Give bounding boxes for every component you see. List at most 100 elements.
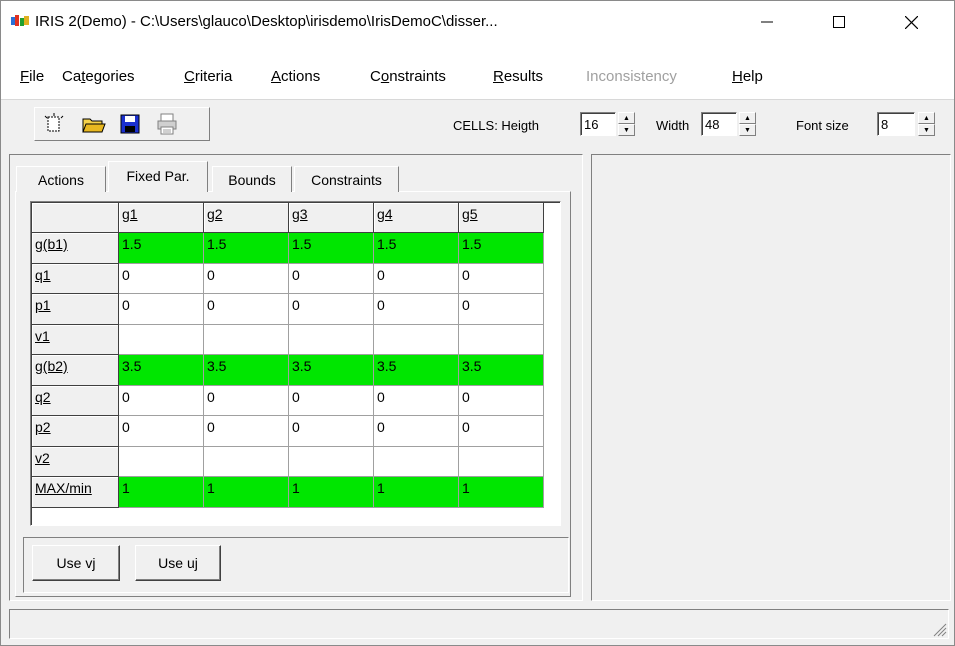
grid-cell[interactable]: [119, 324, 204, 355]
grid-cell[interactable]: 1: [204, 477, 289, 508]
use-uj-button[interactable]: Use uj: [135, 545, 221, 581]
grid-cell[interactable]: [289, 324, 374, 355]
column-header[interactable]: g4: [374, 203, 459, 233]
spin-up-icon[interactable]: ▲: [739, 112, 756, 124]
column-header[interactable]: g3: [289, 203, 374, 233]
grid-cell[interactable]: [119, 446, 204, 477]
row-header[interactable]: q2: [32, 385, 119, 416]
use-vj-button[interactable]: Use vj: [32, 545, 120, 581]
row-header[interactable]: MAX/min: [32, 477, 119, 508]
grid-cell[interactable]: 3.5: [289, 355, 374, 386]
grid-cell[interactable]: 1.5: [459, 233, 544, 264]
spin-down-icon[interactable]: ▼: [618, 124, 635, 136]
menu-help[interactable]: Help: [732, 68, 763, 85]
tab-constraints[interactable]: Constraints: [294, 166, 399, 192]
grid-cell[interactable]: 0: [119, 263, 204, 294]
menu-bar: [1, 43, 954, 99]
menu-constraints[interactable]: Constraints: [370, 68, 446, 85]
grid-cell[interactable]: 3.5: [459, 355, 544, 386]
column-header[interactable]: g2: [204, 203, 289, 233]
menu-categories[interactable]: Categories: [62, 68, 135, 85]
grid-cell[interactable]: 1: [459, 477, 544, 508]
grid-cell[interactable]: 1.5: [119, 233, 204, 264]
row-header[interactable]: q1: [32, 263, 119, 294]
menu-file[interactable]: File: [20, 68, 44, 85]
spin-up-icon[interactable]: ▲: [918, 112, 935, 124]
grid-cell[interactable]: 0: [459, 385, 544, 416]
spin-up-icon[interactable]: ▲: [618, 112, 635, 124]
tab-actions[interactable]: Actions: [16, 166, 106, 192]
grid-cell[interactable]: 0: [374, 263, 459, 294]
grid-cell[interactable]: [204, 324, 289, 355]
minimize-icon[interactable]: [739, 1, 795, 43]
tab-bounds[interactable]: Bounds: [212, 166, 292, 192]
grid-cell[interactable]: 0: [204, 263, 289, 294]
grid-cell[interactable]: 0: [204, 416, 289, 447]
grid-cell[interactable]: 0: [289, 263, 374, 294]
app-icon: [11, 15, 29, 26]
row-header[interactable]: g(b2): [32, 355, 119, 386]
spin-down-icon[interactable]: ▼: [739, 124, 756, 136]
grid-cell[interactable]: [289, 446, 374, 477]
grid-cell[interactable]: 0: [204, 385, 289, 416]
grid-cell[interactable]: 0: [289, 416, 374, 447]
grid-cell[interactable]: 3.5: [204, 355, 289, 386]
close-icon[interactable]: [883, 1, 939, 43]
grid-cell[interactable]: 0: [459, 263, 544, 294]
menu-inconsistency[interactable]: Inconsistency: [586, 68, 677, 85]
grid-cell[interactable]: 0: [289, 385, 374, 416]
font-size-stepper[interactable]: ▲ ▼: [918, 112, 935, 136]
maximize-icon[interactable]: [811, 1, 867, 43]
open-folder-icon[interactable]: [81, 111, 107, 137]
grid-cell[interactable]: 0: [289, 294, 374, 325]
grid-cell[interactable]: 0: [119, 294, 204, 325]
grid-cell[interactable]: 0: [459, 416, 544, 447]
main-window: IRIS 2(Demo) - C:\Users\glauco\Desktop\i…: [0, 0, 955, 646]
grid-cell[interactable]: 3.5: [119, 355, 204, 386]
cell-height-stepper[interactable]: ▲ ▼: [618, 112, 635, 136]
new-file-icon[interactable]: [41, 111, 67, 137]
grid-cell[interactable]: 0: [374, 294, 459, 325]
row-header[interactable]: p2: [32, 416, 119, 447]
grid-cell[interactable]: 3.5: [374, 355, 459, 386]
tab-fixed-par[interactable]: Fixed Par.: [108, 161, 208, 192]
grid-cell[interactable]: 0: [374, 416, 459, 447]
menu-criteria[interactable]: Criteria: [184, 68, 232, 85]
grid-cell[interactable]: [374, 446, 459, 477]
grid-cell[interactable]: 1: [289, 477, 374, 508]
title-bar[interactable]: IRIS 2(Demo) - C:\Users\glauco\Desktop\i…: [1, 1, 954, 43]
grid-cell[interactable]: 0: [119, 385, 204, 416]
cell-width-stepper[interactable]: ▲ ▼: [739, 112, 756, 136]
font-size-input[interactable]: 8: [877, 112, 915, 136]
grid-cell[interactable]: [374, 324, 459, 355]
menu-actions[interactable]: Actions: [271, 68, 320, 85]
resize-grip-icon[interactable]: [931, 621, 947, 637]
cell-width-input[interactable]: 48: [701, 112, 737, 136]
cell-height-input[interactable]: 16: [580, 112, 616, 136]
status-bar: [9, 609, 949, 639]
grid-cell[interactable]: 0: [204, 294, 289, 325]
row-header[interactable]: p1: [32, 294, 119, 325]
column-header[interactable]: g5: [459, 203, 544, 233]
row-header[interactable]: v2: [32, 446, 119, 477]
grid-cell[interactable]: 0: [459, 294, 544, 325]
grid-cell[interactable]: [459, 324, 544, 355]
grid-cell[interactable]: [459, 446, 544, 477]
grid-cell[interactable]: 1.5: [374, 233, 459, 264]
spin-down-icon[interactable]: ▼: [918, 124, 935, 136]
menu-results[interactable]: Results: [493, 68, 543, 85]
grid-cell[interactable]: 1: [119, 477, 204, 508]
row-header[interactable]: v1: [32, 324, 119, 355]
print-icon[interactable]: [154, 111, 180, 137]
grid-cell[interactable]: [204, 446, 289, 477]
fixed-parameters-grid[interactable]: g1 g2 g3 g4 g5 g(b1) 1.5 1.5 1.5 1.5 1.5 q1 0 0 0…: [30, 201, 561, 526]
grid-cell[interactable]: 0: [374, 385, 459, 416]
save-disk-icon[interactable]: [117, 111, 143, 137]
grid-cell[interactable]: 1: [374, 477, 459, 508]
row-header[interactable]: g(b1): [32, 233, 119, 264]
grid-cell[interactable]: 1.5: [204, 233, 289, 264]
grid-cell[interactable]: 0: [119, 416, 204, 447]
cell-width-label: Width: [656, 118, 690, 133]
column-header[interactable]: g1: [119, 203, 204, 233]
grid-cell[interactable]: 1.5: [289, 233, 374, 264]
